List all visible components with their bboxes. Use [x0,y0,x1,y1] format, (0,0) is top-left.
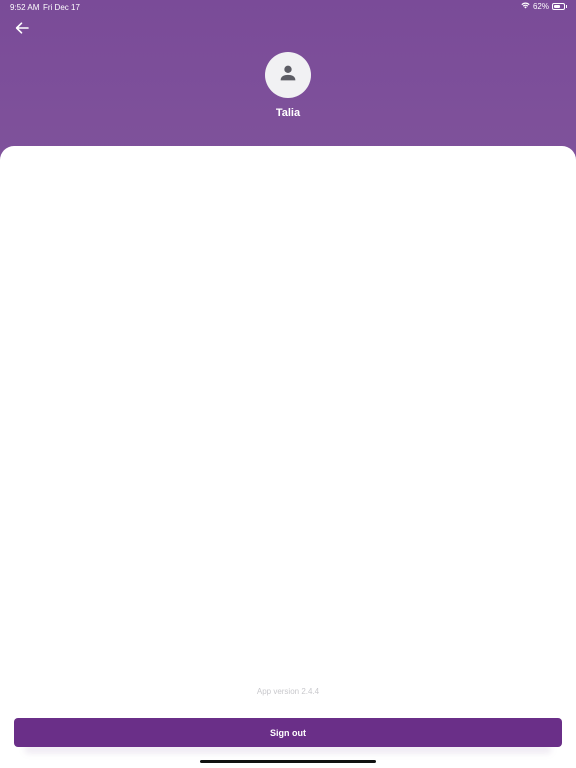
back-button[interactable] [12,20,32,40]
battery-fill [554,5,560,8]
person-icon [277,62,299,89]
wifi-icon [521,2,530,11]
status-time: 9:52 AM [10,3,40,12]
status-date: Fri Dec 17 [43,3,80,12]
sign-out-button[interactable]: Sign out [14,718,562,747]
avatar [265,52,311,98]
arrow-left-icon [15,21,29,39]
content-card [0,146,576,768]
home-indicator [200,760,376,763]
app-version-label: App version 2.4.4 [256,687,320,696]
user-name: Talia [275,107,301,119]
battery-percent: 62% [532,2,549,11]
profile-header: 9:52 AM Fri Dec 17 62% Talia [0,0,576,160]
battery-icon [552,3,565,10]
status-indicators: 62% [521,2,567,11]
status-bar: 9:52 AM Fri Dec 17 62% [0,0,576,16]
battery-tip [566,5,567,8]
